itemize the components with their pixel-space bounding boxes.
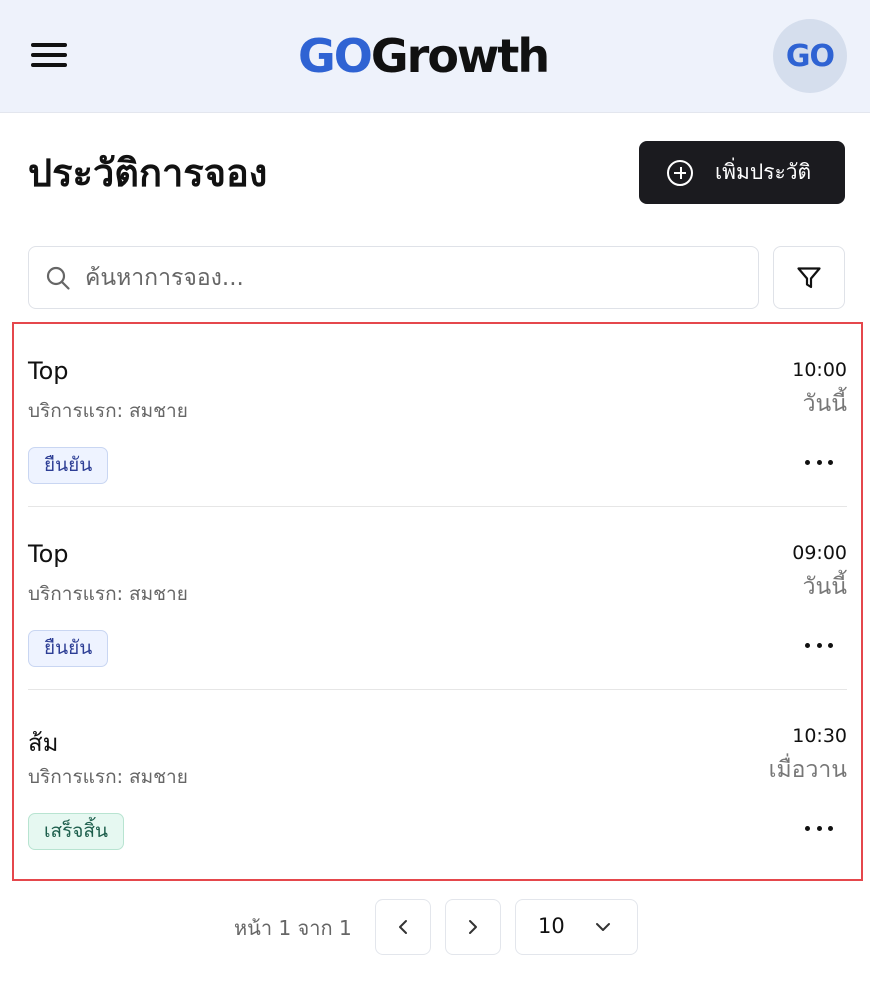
booking-item[interactable]: Top บริการแรก: สมชาย 09:00 วันนี้ ยืนยัน <box>28 507 847 690</box>
chevron-left-icon <box>399 920 407 934</box>
menu-icon[interactable] <box>31 40 67 70</box>
booking-customer-name: ส้ม <box>28 729 59 757</box>
logo-growth-text: Growth <box>370 29 550 83</box>
search-box <box>28 246 759 309</box>
booking-item[interactable]: ส้ม บริการแรก: สมชาย 10:30 เมื่อวาน เสร็… <box>28 690 847 873</box>
avatar[interactable]: GO <box>773 19 847 93</box>
booking-customer-name: Top <box>28 357 69 385</box>
booking-service: บริการแรก: สมชาย <box>28 766 188 788</box>
filter-icon <box>797 266 821 288</box>
page-info: หน้า 1 จาก 1 <box>234 916 352 940</box>
search-input[interactable] <box>85 255 745 301</box>
add-history-label: เพิ่มประวัติ <box>715 160 812 184</box>
booking-service: บริการแรก: สมชาย <box>28 400 188 422</box>
booking-customer-name: Top <box>28 540 69 568</box>
booking-time: 10:30 <box>792 725 847 747</box>
booking-day: เมื่อวาน <box>768 757 847 783</box>
avatar-text: GO <box>785 38 835 74</box>
chevron-down-icon <box>596 923 610 931</box>
page-size-select[interactable]: 10 <box>515 899 638 955</box>
search-icon <box>46 266 70 290</box>
booking-item[interactable]: Top บริการแรก: สมชาย 10:00 วันนี้ ยืนยัน <box>28 324 847 507</box>
pagination: หน้า 1 จาก 1 10 <box>0 897 870 957</box>
chevron-right-icon <box>469 920 477 934</box>
booking-list: Top บริการแรก: สมชาย 10:00 วันนี้ ยืนยัน… <box>12 322 863 881</box>
booking-day: วันนี้ <box>802 574 847 600</box>
page-size-value: 10 <box>538 914 565 938</box>
previous-page-button[interactable] <box>375 899 431 955</box>
page-title: ประวัติการจอง <box>28 151 268 195</box>
app-logo: GOGrowth <box>298 26 550 86</box>
add-history-button[interactable]: เพิ่มประวัติ <box>639 141 845 204</box>
booking-day: วันนี้ <box>802 391 847 417</box>
filter-button[interactable] <box>773 246 845 309</box>
more-horizontal-icon[interactable] <box>805 818 833 838</box>
status-badge: ยืนยัน <box>28 630 109 667</box>
booking-service: บริการแรก: สมชาย <box>28 583 188 605</box>
app-header: GOGrowth GO <box>0 0 870 113</box>
status-badge: ยืนยัน <box>28 447 109 484</box>
plus-circle-icon <box>667 159 693 186</box>
more-horizontal-icon[interactable] <box>805 635 833 655</box>
next-page-button[interactable] <box>445 899 501 955</box>
logo-go-text: GO <box>298 29 373 83</box>
booking-time: 10:00 <box>792 359 847 381</box>
status-badge: เสร็จสิ้น <box>28 813 125 850</box>
more-horizontal-icon[interactable] <box>805 452 833 472</box>
booking-time: 09:00 <box>792 542 847 564</box>
